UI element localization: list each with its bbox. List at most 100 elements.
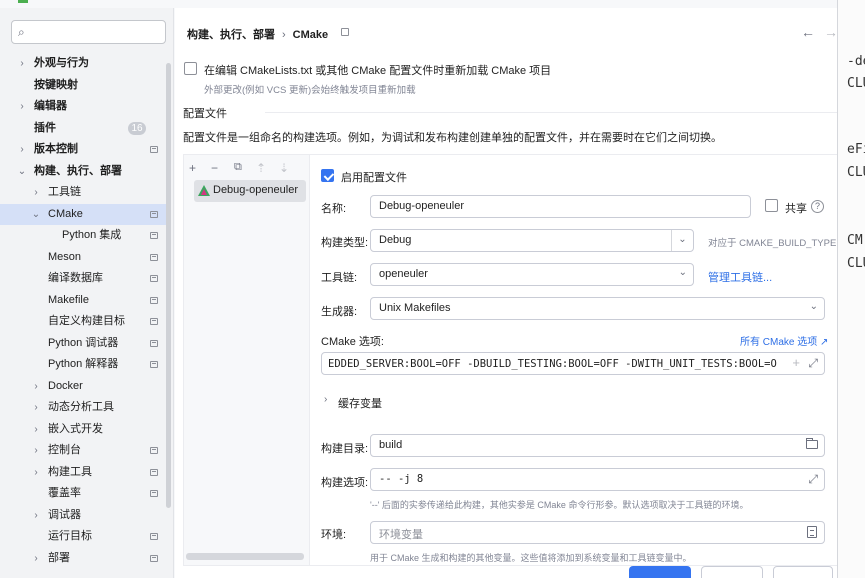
editor-line: CLU xyxy=(847,76,865,91)
build-options-hint: '--' 后面的实参传递给此构建，其他实参是 CMake 命令行形参。默认选项取… xyxy=(370,500,749,510)
settings-tree: › 外观与行为 按键映射 › 编辑器 插件 16 › 版本控制 ⌄ 构建、执行、部署 › 工具链 ⌄ CMa… xyxy=(0,53,166,569)
help-icon[interactable]: ? xyxy=(811,200,824,213)
share-checkbox[interactable] xyxy=(765,199,778,212)
sidebar-item[interactable]: › 工具链 xyxy=(0,182,166,204)
sidebar-item-label: 版本控制 xyxy=(34,143,78,155)
editor-line: CLU xyxy=(847,165,865,180)
project-settings-icon xyxy=(150,339,158,347)
manage-toolchains-link[interactable]: 管理工具链... xyxy=(708,269,772,285)
sidebar-item[interactable]: › 嵌入式开发 xyxy=(0,419,166,441)
sidebar-item[interactable]: › 动态分析工具 xyxy=(0,397,166,419)
sidebar-item[interactable]: 编译数据库 xyxy=(0,268,166,290)
generator-combo[interactable]: Unix Makefiles ⌄ xyxy=(370,297,825,320)
cancel-button[interactable] xyxy=(701,566,763,578)
project-settings-icon xyxy=(150,232,158,239)
sidebar-item[interactable]: 按键映射 xyxy=(0,75,166,97)
build-dir-field[interactable]: build xyxy=(370,434,825,457)
build-options-field[interactable]: -- -j 8 ⤢ xyxy=(370,468,825,491)
add-profile-icon[interactable]: + xyxy=(189,161,196,175)
build-type-hint: 对应于 CMAKE_BUILD_TYPE xyxy=(708,238,837,249)
add-icon[interactable]: + xyxy=(792,355,800,370)
chevron-right-icon[interactable]: › xyxy=(30,419,42,441)
chevron-down-icon[interactable]: ⌄ xyxy=(16,161,28,183)
chevron-right-icon[interactable]: › xyxy=(30,505,42,527)
profile-list-scrollbar[interactable] xyxy=(186,553,304,560)
chevron-down-icon[interactable]: ⌄ xyxy=(810,301,818,312)
sidebar-item[interactable]: Makefile xyxy=(0,290,166,312)
chevron-right-icon[interactable]: › xyxy=(16,139,28,161)
name-field[interactable]: Debug-openeuler xyxy=(370,195,751,218)
chevron-right-icon[interactable]: › xyxy=(16,53,28,75)
remove-profile-icon[interactable]: − xyxy=(211,161,218,175)
sidebar-item-label: 控制台 xyxy=(48,444,81,456)
all-cmake-options-link[interactable]: 所有 CMake 选项 ↗ xyxy=(740,333,828,348)
copy-profile-icon[interactable]: ⧉ xyxy=(234,161,242,174)
forward-arrow-icon[interactable]: → xyxy=(824,24,837,40)
enable-profile-checkbox[interactable] xyxy=(321,169,334,182)
move-down-icon[interactable]: ⇣ xyxy=(279,161,289,175)
chevron-right-icon[interactable]: › xyxy=(324,394,327,405)
sidebar-item[interactable]: 覆盖率 xyxy=(0,483,166,505)
chevron-right-icon[interactable]: › xyxy=(30,440,42,462)
sidebar-item[interactable]: 插件 16 xyxy=(0,118,166,140)
project-settings-icon xyxy=(150,554,158,562)
sidebar-item-label: 构建工具 xyxy=(48,465,92,478)
toolchain-label: 工具链: xyxy=(321,272,358,284)
chevron-right-icon[interactable]: › xyxy=(30,548,42,570)
chevron-right-icon[interactable]: › xyxy=(16,96,28,118)
build-type-combo[interactable]: Debug ⌄ xyxy=(370,229,694,252)
sidebar-item-label: 编辑器 xyxy=(34,100,67,112)
sidebar-item[interactable]: Python 调试器 xyxy=(0,333,166,355)
sidebar-item[interactable]: Python 解释器 xyxy=(0,354,166,376)
sidebar-item[interactable]: › 控制台 xyxy=(0,440,166,462)
cache-variables-label[interactable]: 缓存变量 xyxy=(338,395,382,411)
sidebar-item[interactable]: › 构建工具 xyxy=(0,462,166,484)
chevron-down-icon[interactable]: ⌄ xyxy=(671,230,693,251)
edit-variables-icon[interactable] xyxy=(807,526,817,538)
move-up-icon[interactable]: ⇡ xyxy=(256,161,266,175)
ok-button[interactable] xyxy=(629,566,691,578)
sidebar-item[interactable]: › 外观与行为 xyxy=(0,53,166,75)
editor-line: -de xyxy=(847,54,865,69)
project-settings-icon xyxy=(341,28,349,36)
chevron-right-icon[interactable]: › xyxy=(30,397,42,419)
chevron-right-icon[interactable]: › xyxy=(30,462,42,484)
expand-icon[interactable]: ⤢ xyxy=(808,472,818,487)
sidebar-item[interactable]: › Docker xyxy=(0,376,166,398)
sidebar-item[interactable]: Meson xyxy=(0,247,166,269)
cmake-options-field[interactable]: EDDED_SERVER:BOOL=OFF -DBUILD_TESTING:BO… xyxy=(321,352,825,375)
toolchain-combo[interactable]: openeuler ⌄ xyxy=(370,263,694,286)
search-input[interactable] xyxy=(38,24,158,40)
settings-search[interactable]: ⌕ xyxy=(11,20,166,44)
sidebar-item[interactable]: › 部署 xyxy=(0,548,166,570)
expand-icon[interactable]: ⤢ xyxy=(808,356,818,371)
sidebar-item[interactable]: › 版本控制 xyxy=(0,139,166,161)
sidebar-item[interactable]: › 调试器 xyxy=(0,505,166,527)
folder-icon[interactable] xyxy=(806,438,818,449)
chevron-down-icon[interactable]: ⌄ xyxy=(30,204,42,226)
chevron-right-icon[interactable]: › xyxy=(30,182,42,204)
share-label: 共享 xyxy=(785,203,807,215)
sidebar-item[interactable]: 自定义构建目标 xyxy=(0,311,166,333)
sidebar-item[interactable]: ⌄ CMake xyxy=(0,203,166,226)
apply-button[interactable] xyxy=(773,566,833,578)
breadcrumb-parent[interactable]: 构建、执行、部署 xyxy=(187,29,275,41)
sidebar-item-label: Python 解释器 xyxy=(48,358,119,370)
reload-checkbox[interactable] xyxy=(184,62,197,75)
breadcrumb-current: CMake xyxy=(292,29,329,41)
environment-field[interactable]: 环境变量 xyxy=(370,521,825,544)
sidebar-item[interactable]: 运行目标 xyxy=(0,526,166,548)
sidebar-item[interactable]: Python 集成 xyxy=(0,225,166,247)
sidebar-item[interactable]: ⌄ 构建、执行、部署 xyxy=(0,161,166,183)
profile-item[interactable]: Debug-openeuler xyxy=(194,180,306,202)
profile-item-label: Debug-openeuler xyxy=(213,184,299,196)
back-arrow-icon[interactable]: ← xyxy=(801,24,815,40)
section-divider xyxy=(265,112,837,113)
name-label: 名称: xyxy=(321,203,347,215)
sidebar-item[interactable]: › 编辑器 xyxy=(0,96,166,118)
sidebar-item-label: 工具链 xyxy=(48,186,81,198)
chevron-down-icon[interactable]: ⌄ xyxy=(679,267,687,278)
chevron-right-icon[interactable]: › xyxy=(30,376,42,398)
profiles-panel: + − ⧉ ⇡ ⇣ Debug-openeuler 启用配置文件 名称: Deb… xyxy=(183,154,837,566)
sidebar-scrollbar[interactable] xyxy=(166,63,171,508)
